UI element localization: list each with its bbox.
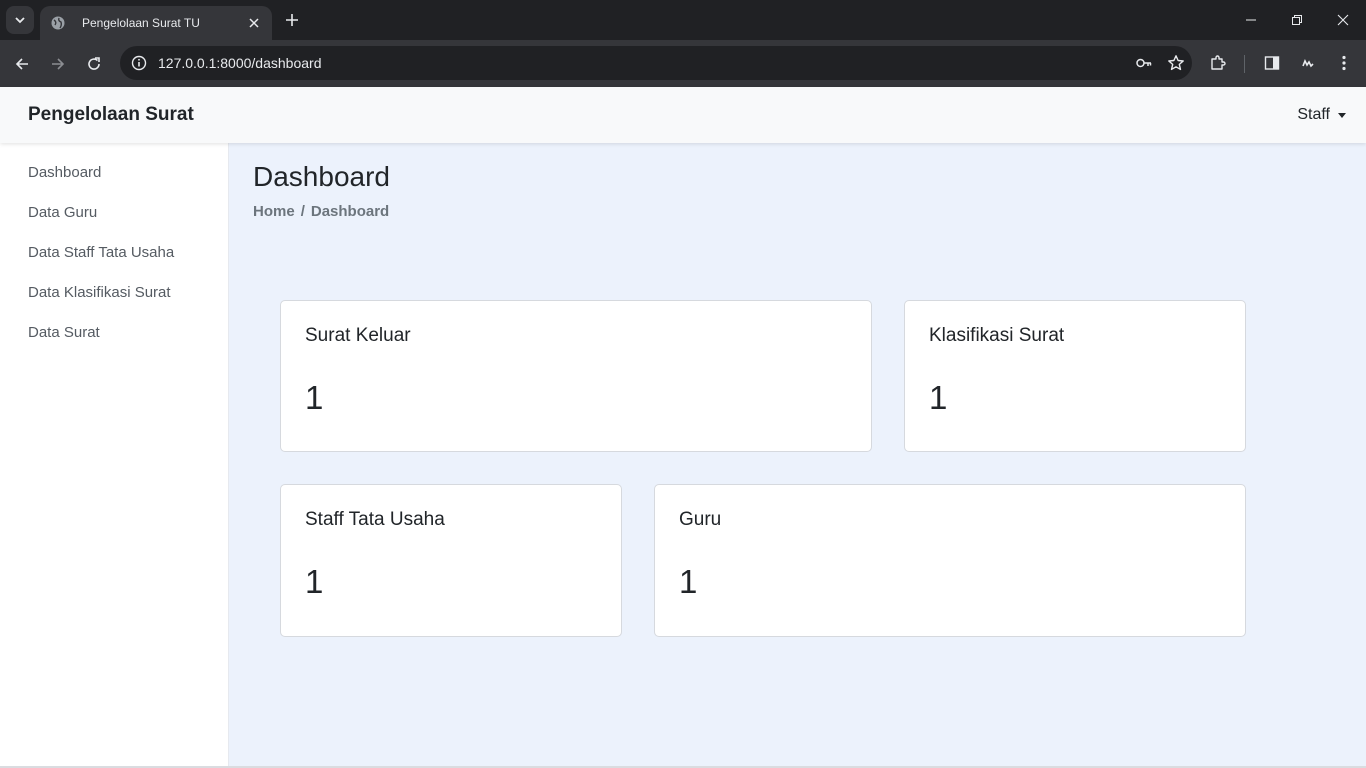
side-panel-icon <box>1264 56 1280 70</box>
new-tab-button[interactable] <box>280 8 304 32</box>
card-guru: Guru 1 <box>654 484 1246 637</box>
site-info-icon[interactable] <box>122 46 156 80</box>
restore-icon <box>1292 15 1302 25</box>
card-title: Staff Tata Usaha <box>305 509 445 530</box>
star-icon[interactable] <box>1160 46 1192 80</box>
reload-icon <box>88 57 100 70</box>
card-surat-keluar: Surat Keluar 1 <box>280 300 872 452</box>
key-icon[interactable] <box>1128 46 1160 80</box>
card-value: 1 <box>929 379 948 416</box>
top-navbar: Pengelolaan Surat Staff <box>0 87 1366 143</box>
breadcrumb-home[interactable]: Home <box>253 203 295 220</box>
sidebar-item-data-guru[interactable]: Data Guru <box>0 193 228 233</box>
forward-button[interactable] <box>44 50 72 78</box>
main-content: Dashboard Home / Dashboard Surat Keluar … <box>229 143 1366 768</box>
web-page: Pengelolaan Surat Staff Dashboard Data G… <box>0 87 1366 768</box>
side-panel-button[interactable] <box>1257 48 1287 78</box>
sidebar: Dashboard Data Guru Data Staff Tata Usah… <box>0 143 229 768</box>
breadcrumb: Home / Dashboard <box>253 203 1342 220</box>
caret-down-icon <box>1338 112 1346 118</box>
card-value: 1 <box>305 379 324 416</box>
card-klasifikasi-surat: Klasifikasi Surat 1 <box>904 300 1246 452</box>
extensions-icon <box>1211 55 1226 70</box>
page-layout: Dashboard Data Guru Data Staff Tata Usah… <box>0 143 1366 768</box>
restore-button[interactable] <box>1274 0 1320 40</box>
browser-tabbar: Pengelolaan Surat TU <box>0 0 1366 40</box>
tab-list-button[interactable] <box>6 6 34 34</box>
user-dropdown-label: Staff <box>1297 106 1330 123</box>
card-value: 1 <box>305 563 324 600</box>
browser-tab[interactable]: Pengelolaan Surat TU <box>40 6 272 40</box>
card-title: Klasifikasi Surat <box>929 325 1065 346</box>
forward-icon <box>52 58 65 70</box>
sidebar-item-dashboard[interactable]: Dashboard <box>0 153 228 193</box>
url-text[interactable]: 127.0.0.1:8000/dashboard <box>158 55 1128 71</box>
card-title: Surat Keluar <box>305 325 411 346</box>
breadcrumb-separator: / <box>300 203 305 220</box>
profile-button[interactable] <box>1293 48 1323 78</box>
card-staff-tata-usaha: Staff Tata Usaha 1 <box>280 484 622 637</box>
tab-list-icon <box>15 17 25 24</box>
window-controls <box>1228 0 1366 40</box>
window-close-button[interactable] <box>1320 0 1366 40</box>
close-icon[interactable] <box>246 15 262 31</box>
toolbar-divider <box>1244 55 1245 73</box>
browser-toolbar: 127.0.0.1:8000/dashboard <box>0 40 1366 87</box>
address-bar[interactable]: 127.0.0.1:8000/dashboard <box>120 46 1192 80</box>
sidebar-item-data-surat[interactable]: Data Surat <box>0 313 228 353</box>
more-icon <box>1342 55 1346 71</box>
more-button[interactable] <box>1329 48 1359 78</box>
card-value: 1 <box>679 563 698 600</box>
minimize-icon <box>1246 19 1256 21</box>
extensions-button[interactable] <box>1203 48 1233 78</box>
breadcrumb-current: Dashboard <box>310 203 390 220</box>
globe-icon <box>50 15 66 31</box>
window-close-icon <box>1337 14 1349 26</box>
plus-icon <box>286 14 298 26</box>
page-title: Dashboard <box>253 161 390 192</box>
user-dropdown[interactable]: Staff <box>1297 106 1346 124</box>
sidebar-item-data-staff-tata-usaha[interactable]: Data Staff Tata Usaha <box>0 233 228 273</box>
back-icon <box>15 58 28 70</box>
brand-title[interactable]: Pengelolaan Surat <box>28 104 194 126</box>
profile-icon <box>1302 59 1314 68</box>
sidebar-item-data-klasifikasi-surat[interactable]: Data Klasifikasi Surat <box>0 273 228 313</box>
card-title: Guru <box>679 509 722 530</box>
minimize-button[interactable] <box>1228 0 1274 40</box>
reload-button[interactable] <box>80 50 108 78</box>
back-button[interactable] <box>8 50 36 78</box>
tab-title: Pengelolaan Surat TU <box>82 16 200 30</box>
